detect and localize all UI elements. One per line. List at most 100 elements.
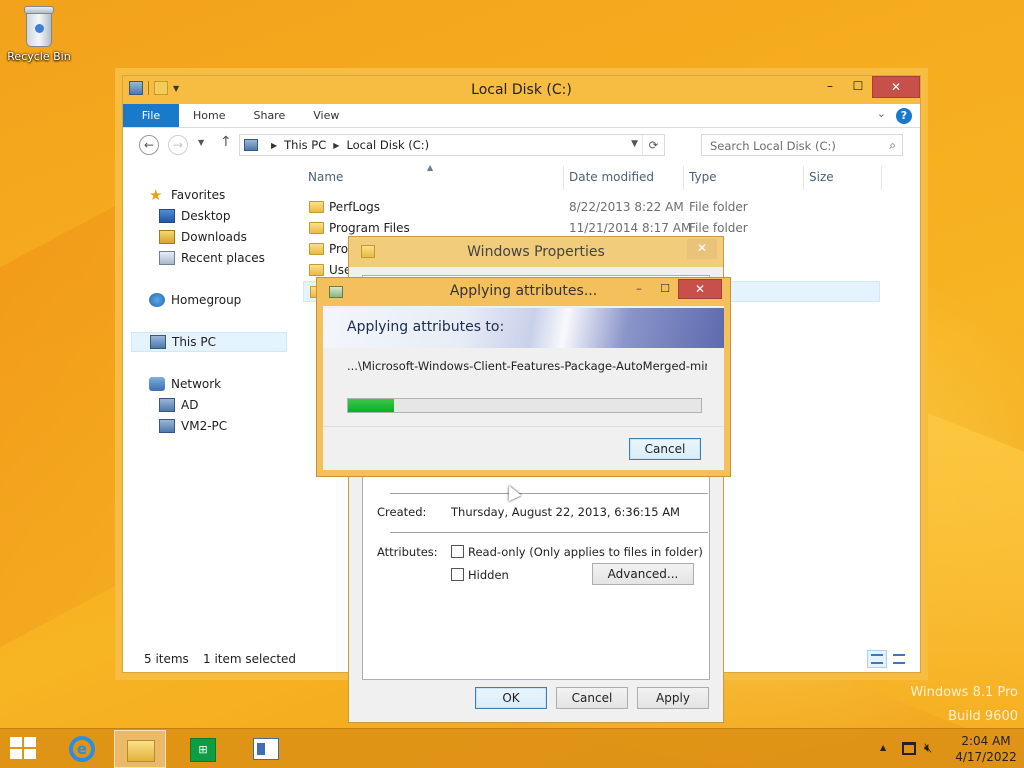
network-status-icon[interactable] [902, 742, 916, 755]
address-dropdown-icon[interactable]: ▼ [631, 139, 638, 149]
cancel-button[interactable]: Cancel [556, 687, 628, 709]
breadcrumb-this-pc[interactable]: This PC [284, 138, 326, 152]
nav-vm2-pc[interactable]: VM2-PC [159, 419, 227, 433]
applying-attributes-dialog: Applying attributes... – ☐ ✕ Applying at… [316, 277, 731, 477]
desktop-icon [159, 209, 175, 223]
tab-share[interactable]: Share [239, 104, 299, 127]
file-explorer-icon [127, 740, 155, 762]
large-icons-view-button[interactable] [889, 650, 909, 668]
apply-button[interactable]: Apply [637, 687, 709, 709]
nav-downloads[interactable]: Downloads [159, 230, 247, 244]
nav-recent-places[interactable]: Recent places [159, 251, 265, 265]
refresh-icon[interactable]: ⟳ [642, 135, 664, 155]
ok-button[interactable]: OK [475, 687, 547, 709]
column-header-size[interactable]: Size [809, 170, 834, 190]
nav-ad[interactable]: AD [159, 398, 198, 412]
column-header-type[interactable]: Type [689, 170, 717, 190]
window-title: Local Disk (C:) [471, 82, 572, 98]
network-icon [149, 377, 165, 391]
clock-date: 4/17/2022 [955, 750, 1017, 764]
taskbar-file-explorer[interactable] [114, 730, 166, 768]
nav-label: AD [181, 398, 199, 412]
advanced-button[interactable]: Advanced... [592, 563, 694, 585]
help-icon[interactable]: ? [896, 108, 912, 124]
folder-icon [309, 264, 324, 276]
build-watermark: Build 9600 [948, 709, 1018, 724]
nav-label: VM2-PC [181, 419, 228, 433]
computer-icon [159, 398, 175, 412]
nav-label: Desktop [181, 209, 231, 223]
explorer-titlebar[interactable]: ▼ Local Disk (C:) – ☐ ✕ [123, 76, 920, 331]
apply-titlebar[interactable]: Applying attributes... – ☐ ✕ [317, 278, 730, 306]
internet-explorer-icon: e [69, 736, 95, 762]
readonly-label: Read-only (Only applies to files in fold… [468, 545, 703, 559]
recent-locations-icon[interactable]: ▼ [198, 138, 204, 147]
forward-button[interactable]: → [168, 135, 188, 155]
readonly-checkbox[interactable] [451, 545, 464, 558]
back-button[interactable]: ← [139, 135, 159, 155]
star-icon: ★ [149, 186, 163, 204]
nav-label: Downloads [181, 230, 247, 244]
nav-homegroup[interactable]: Homegroup [149, 293, 241, 307]
navigation-pane: ★ Favorites Desktop Downloads Recent plac… [123, 188, 293, 646]
attributes-label: Attributes: [377, 545, 438, 559]
folder-icon [309, 201, 324, 213]
tab-view[interactable]: View [299, 104, 353, 127]
created-value: Thursday, August 22, 2013, 6:36:15 AM [451, 505, 680, 519]
up-button[interactable]: ↑ [220, 134, 232, 150]
computer-icon [159, 419, 175, 433]
ribbon-tabs: File Home Share View ⌄ ? [123, 104, 920, 128]
hidden-checkbox[interactable] [451, 568, 464, 581]
start-button[interactable] [10, 737, 38, 761]
file-type: File folder [689, 221, 748, 235]
nav-network[interactable]: Network [149, 377, 221, 391]
properties-close-button[interactable]: ✕ [687, 239, 717, 259]
column-header-date[interactable]: Date modified [569, 170, 654, 190]
minimize-button[interactable]: – [628, 282, 650, 295]
tab-home[interactable]: Home [179, 104, 239, 127]
maximize-button[interactable]: ☐ [654, 282, 676, 295]
apply-close-button[interactable]: ✕ [678, 279, 722, 299]
nav-desktop[interactable]: Desktop [159, 209, 231, 223]
show-hidden-icons-icon[interactable]: ▲ [880, 743, 886, 752]
speaker-muted-icon[interactable]: 🔇︎ [924, 741, 932, 756]
breadcrumb-local-disk[interactable]: Local Disk (C:) [346, 138, 429, 152]
nav-this-pc[interactable]: This PC [131, 332, 287, 352]
apply-progress-fill [348, 399, 394, 412]
column-divider[interactable] [803, 166, 804, 190]
search-icon[interactable]: ⌕ [889, 138, 896, 153]
maximize-button[interactable]: ☐ [844, 76, 872, 98]
column-divider[interactable] [881, 166, 882, 190]
sort-ascending-icon: ▲ [427, 163, 434, 172]
address-bar[interactable]: ▶ This PC ▶ Local Disk (C:) ▼ ⟳ [239, 134, 665, 156]
clock[interactable]: 2:04 AM 4/17/2022 [950, 733, 1022, 765]
taskbar-internet-explorer[interactable]: e [55, 730, 107, 768]
close-button[interactable]: ✕ [872, 76, 920, 98]
file-row[interactable]: PerfLogs 8/22/2013 8:22 AM File folder [303, 197, 880, 218]
details-view-button[interactable] [867, 650, 887, 668]
column-divider[interactable] [683, 166, 684, 190]
search-placeholder: Search Local Disk (C:) [710, 139, 836, 153]
large-icons-view-icon [893, 654, 905, 664]
search-input[interactable]: Search Local Disk (C:) ⌕ [701, 134, 903, 156]
taskbar-app[interactable] [240, 730, 292, 768]
expand-ribbon-icon[interactable]: ⌄ [877, 107, 886, 120]
folder-icon [309, 243, 324, 255]
minimize-button[interactable]: – [816, 76, 844, 98]
created-label: Created: [377, 505, 427, 519]
taskbar-store[interactable]: ⊞ [178, 730, 230, 768]
properties-titlebar[interactable]: Windows Properties ✕ [349, 237, 723, 267]
file-type: File folder [689, 200, 748, 214]
column-divider[interactable] [563, 166, 564, 190]
column-header-name[interactable]: Name [308, 170, 343, 190]
tab-file[interactable]: File [123, 104, 179, 127]
apply-cancel-button[interactable]: Cancel [629, 438, 701, 460]
recycle-bin-desktop-icon[interactable]: Recycle Bin [6, 6, 72, 63]
nav-favorites[interactable]: ★ Favorites [149, 186, 225, 204]
nav-label: Recent places [181, 251, 265, 265]
chevron-right-icon[interactable]: ▶ [271, 141, 277, 150]
this-pc-icon [150, 335, 166, 349]
chevron-right-icon[interactable]: ▶ [333, 141, 339, 150]
file-name: PerfLogs [329, 200, 381, 214]
folder-icon [309, 222, 324, 234]
